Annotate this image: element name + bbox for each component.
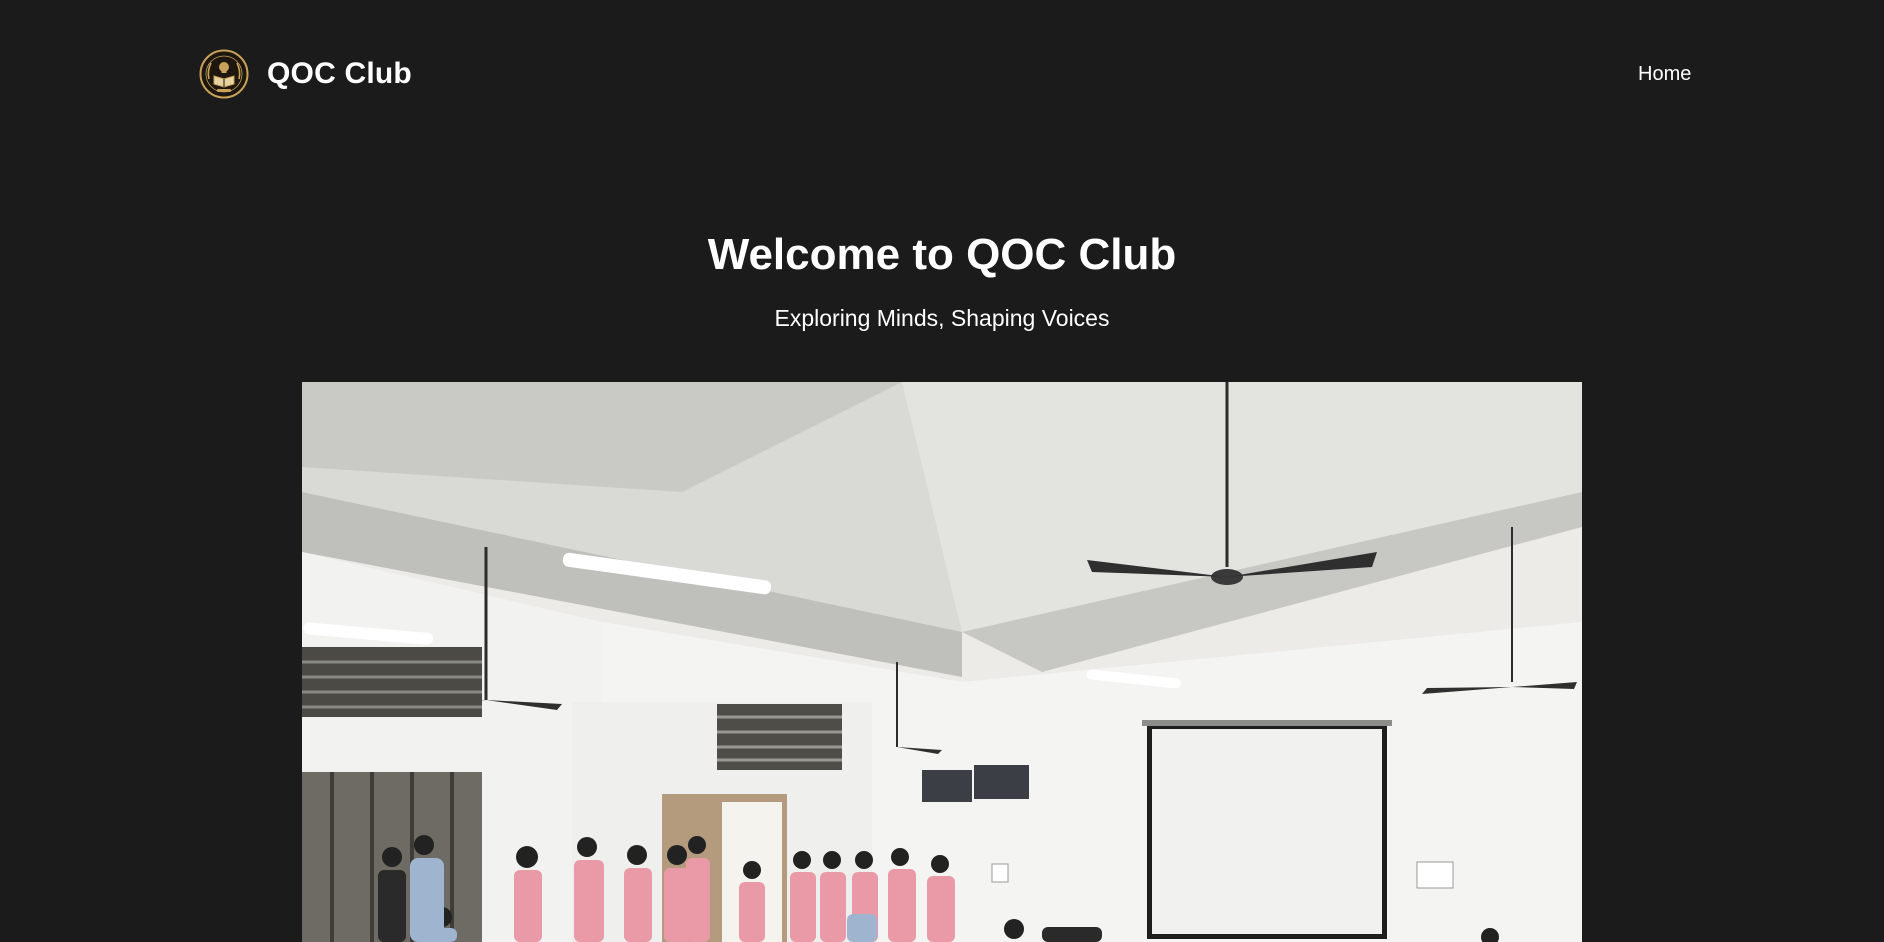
brand-name: QOC Club: [267, 57, 412, 90]
club-emblem-icon: [199, 49, 249, 99]
hero-subtitle: Exploring Minds, Shaping Voices: [774, 305, 1110, 331]
hero-photo: [302, 382, 1582, 942]
hero-title: Welcome to QOC Club: [707, 230, 1177, 279]
navbar: QOC Club Home: [0, 0, 1884, 150]
nav-link-home[interactable]: Home: [1638, 63, 1691, 86]
classroom-photo-illustration: [302, 382, 1582, 942]
brand-link[interactable]: QOC Club: [199, 48, 412, 100]
